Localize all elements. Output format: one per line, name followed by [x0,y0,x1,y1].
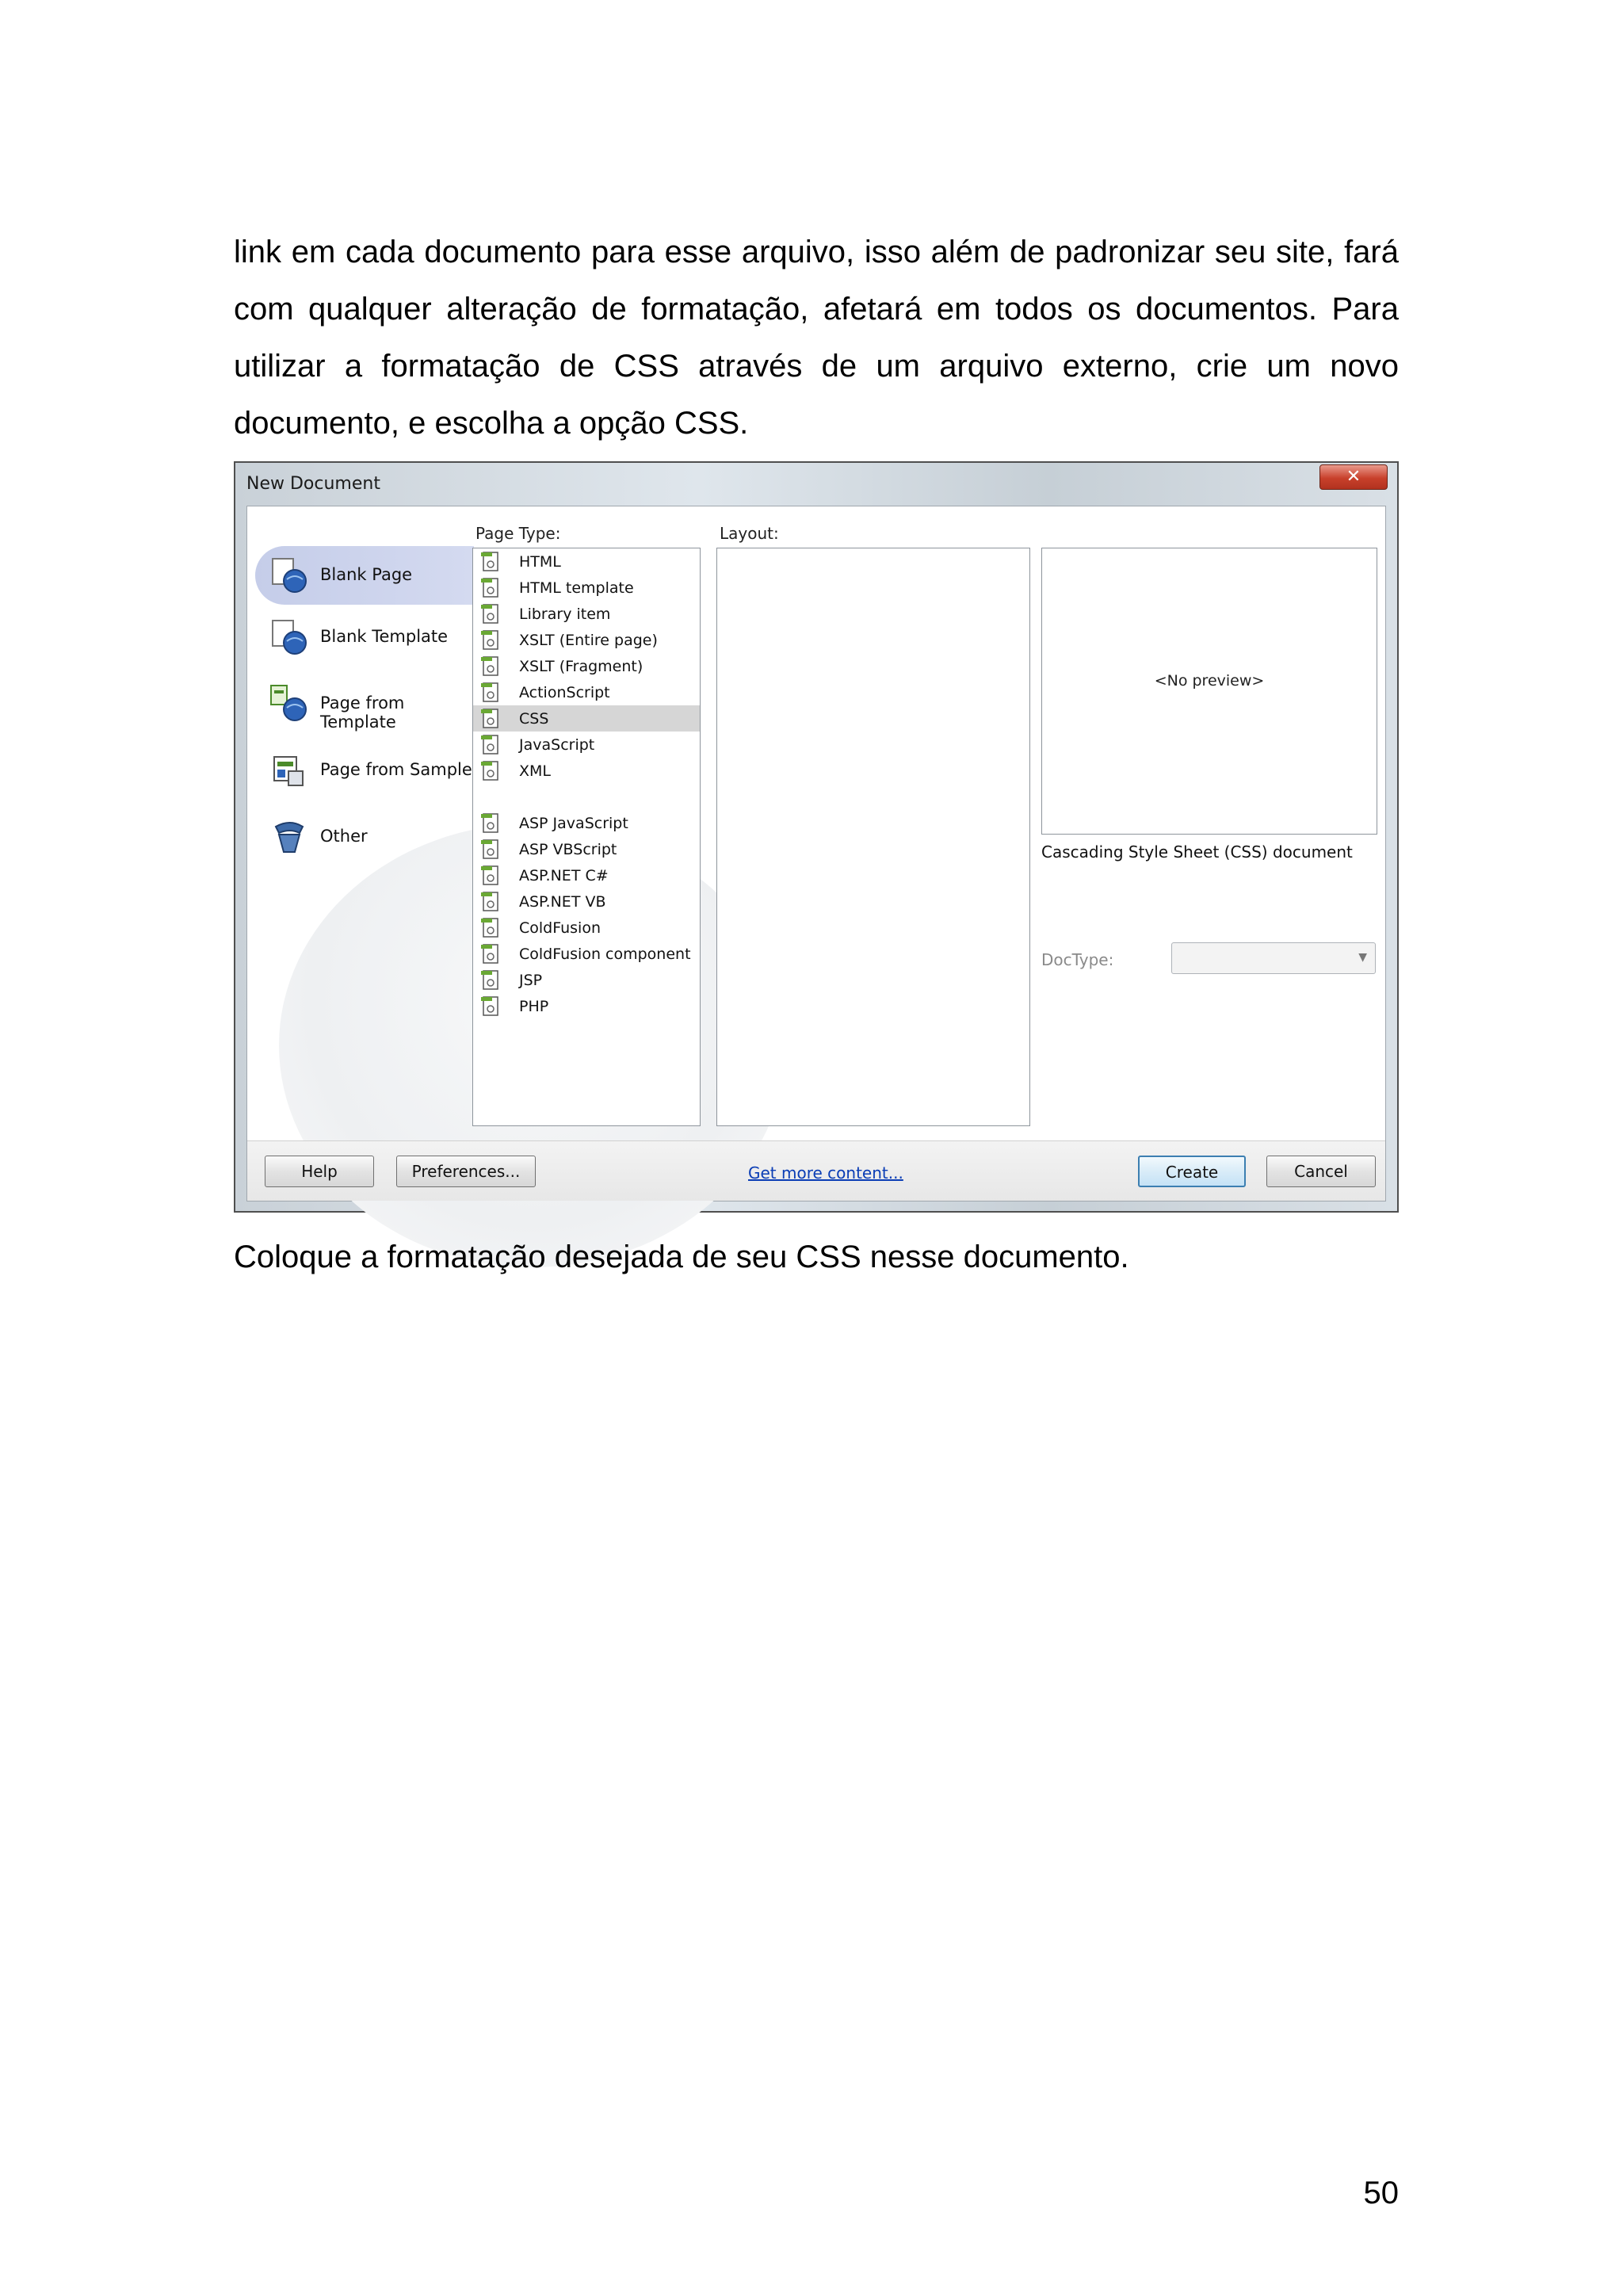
preferences-button[interactable]: Preferences... [396,1156,536,1187]
page-type-item[interactable]: ColdFusion component [473,941,700,967]
preview-box: <No preview> [1041,548,1377,835]
page-type-item[interactable]: XSLT (Entire page) [473,627,700,653]
page-type-item[interactable]: JSP [473,967,700,993]
layout-label: Layout: [720,524,779,543]
page-type-item[interactable]: HTML [473,548,700,575]
document-icon [481,970,498,990]
other-icon [274,822,304,853]
layout-list[interactable] [716,548,1030,1126]
document-icon [481,735,498,755]
page-type-list[interactable]: HTML HTML template Library item XSLT (En… [472,548,701,1126]
document-icon [481,682,498,702]
document-icon [481,630,498,650]
preview-description: Cascading Style Sheet (CSS) document [1041,842,1353,861]
page-type-item[interactable]: ASP JavaScript [473,810,700,836]
category-label: Other [320,827,368,846]
document-icon [481,761,498,781]
category-page-from-sample[interactable]: Page from Sample [255,741,474,800]
document-icon [481,552,498,571]
category-label: Blank Page [320,565,413,584]
page-type-item[interactable]: PHP [473,993,700,1019]
page-number: 50 [1363,2176,1400,2210]
page-type-label: Page Type: [475,524,561,543]
document-icon [481,578,498,598]
document-icon [481,892,498,911]
document-icon [481,813,498,833]
help-button[interactable]: Help [265,1156,374,1187]
dialog-footer: Help Preferences... Get more content... … [247,1140,1385,1201]
create-button[interactable]: Create [1138,1156,1246,1187]
category-blank-template[interactable]: Blank Template [255,608,474,667]
page-type-item[interactable]: ASP VBScript [473,836,700,862]
blank-page-icon [272,558,307,593]
blank-template-icon [272,620,307,655]
document-icon [481,839,498,859]
page-type-item[interactable]: ASP.NET VB [473,888,700,915]
after-paragraph: Coloque a formatação desejada de seu CSS… [234,1240,1129,1274]
dialog-title: New Document [246,474,380,494]
category-label: Page from Sample [320,760,472,779]
page-type-item[interactable]: XSLT (Fragment) [473,653,700,679]
get-more-content-link[interactable]: Get more content... [748,1163,903,1182]
document-icon [481,604,498,624]
preview-text: <No preview> [1154,672,1265,690]
page-type-item[interactable]: ASP.NET C# [473,862,700,888]
new-document-dialog-screenshot: New Document ✕ Blank Page Blank Template [234,461,1399,1267]
intro-paragraph: link em cada documento para esse arquivo… [234,235,1399,441]
doctype-select[interactable]: ▼ [1171,942,1376,974]
page-type-item[interactable]: ColdFusion [473,915,700,941]
category-other[interactable]: Other [255,808,474,866]
page-from-sample-icon [273,756,304,786]
category-page-from-template[interactable]: Page from Template [255,674,474,733]
page-type-item-selected[interactable]: CSS [473,705,700,732]
page-type-item[interactable]: ActionScript [473,679,700,705]
document-icon [481,865,498,885]
dialog-client-area: Blank Page Blank Template Page from Temp… [246,506,1386,1267]
document-icon [481,709,498,728]
cancel-button[interactable]: Cancel [1266,1156,1376,1187]
document-icon [481,944,498,964]
page-type-item[interactable]: JavaScript [473,732,700,758]
close-button[interactable]: ✕ [1319,464,1388,490]
page-type-item[interactable]: Library item [473,601,700,627]
close-icon: ✕ [1346,467,1361,487]
document-icon [481,996,498,1016]
page-from-template-icon [270,685,307,721]
page-type-item[interactable]: XML [473,758,700,784]
category-blank-page[interactable]: Blank Page [255,546,474,605]
document-icon [481,918,498,938]
document-icon [481,656,498,676]
category-label: Blank Template [320,627,449,646]
chevron-down-icon: ▼ [1358,951,1367,964]
category-label: Page from Template [320,693,405,732]
page-type-item[interactable]: HTML template [473,575,700,601]
doctype-label: DocType: [1041,950,1114,969]
dialog-titlebar: New Document ✕ [235,463,1397,504]
